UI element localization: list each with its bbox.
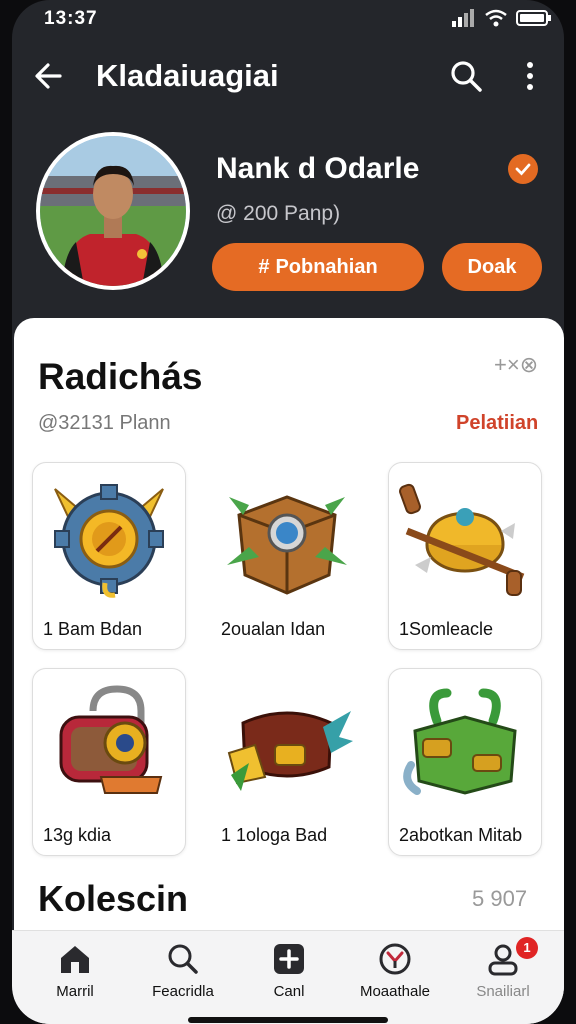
grid-item[interactable]: 2abotkan Mitab xyxy=(388,668,542,856)
nav-item-profile[interactable]: 1 Snailiarl xyxy=(448,937,558,1011)
nav-label: Marril xyxy=(56,983,94,1000)
grid-item-label: 2abotkan Mitab xyxy=(399,825,523,845)
wifi-icon xyxy=(485,9,507,27)
grid-item-label: 1 1ologa Bad xyxy=(221,825,328,845)
grid-item[interactable]: 1Somleacle xyxy=(388,462,542,650)
primary-action-label: Pobnahian xyxy=(275,255,378,278)
phone-screen: 13:37 Kladaiuagiai Nank d Odarle @ 200 P… xyxy=(12,0,564,1024)
nav-item-explore[interactable]: Moaathale xyxy=(340,941,450,1011)
grid-item[interactable]: 1 1ologa Bad xyxy=(210,668,364,856)
more-vert-icon[interactable] xyxy=(518,58,542,94)
grid-item[interactable]: 2oualan Idan xyxy=(210,462,364,650)
section-title: Radichás xyxy=(38,356,203,397)
signal-icon xyxy=(452,9,474,27)
notification-badge: 1 xyxy=(516,937,538,959)
primary-action-button[interactable]: # Pobnahian xyxy=(212,243,424,291)
grid-item-label: 1 Bam Bdan xyxy=(43,619,143,639)
avatar-photo xyxy=(40,136,186,286)
scroll-icon xyxy=(227,711,353,791)
collection-title: Kolescin xyxy=(38,878,189,919)
grid-item-label: 1Somleacle xyxy=(399,619,494,639)
green-box-icon xyxy=(403,688,517,795)
grid-item-label: 13g kdia xyxy=(43,825,112,845)
hash-icon: # xyxy=(258,255,270,278)
profile-header: Nank d Odarle @ 200 Panp) # Pobnahian Do… xyxy=(12,130,564,310)
nav-item-home[interactable]: Marril xyxy=(20,941,130,1011)
verified-badge-icon xyxy=(508,154,538,184)
nav-item-create[interactable]: Canl xyxy=(234,941,344,1011)
nav-label: Snailiarl xyxy=(476,983,530,1000)
back-arrow-icon[interactable] xyxy=(30,58,66,94)
gear-shield-icon xyxy=(54,484,164,598)
search-icon xyxy=(168,944,198,974)
search-icon[interactable] xyxy=(448,58,484,94)
secondary-action-button[interactable]: Doak xyxy=(442,243,542,291)
bottom-nav: Marril Feacridla Canl Moaathale 1 Snaili… xyxy=(12,930,564,1024)
collection-count: 5 907 xyxy=(472,886,528,911)
avatar[interactable] xyxy=(36,132,190,290)
grid-item[interactable]: 13g kdia xyxy=(32,668,186,856)
section-options-icon[interactable]: +×⊗ xyxy=(494,352,538,378)
nav-label: Feacridla xyxy=(152,983,214,1000)
home-indicator xyxy=(188,1017,388,1023)
nav-label: Canl xyxy=(273,983,305,1000)
chest-icon xyxy=(227,495,347,595)
profile-handle: @ 200 Panp) xyxy=(216,202,341,225)
nav-item-search[interactable]: Feacridla xyxy=(128,941,238,1011)
profile-name: Nank d Odarle xyxy=(216,152,420,185)
lock-icon xyxy=(59,685,163,794)
nav-label: Moaathale xyxy=(359,983,431,1000)
content-sheet: Radichás +×⊗ @32131 Plann Pelatiian 1 Ba… xyxy=(14,318,564,1024)
status-icons xyxy=(452,9,552,27)
battery-icon xyxy=(516,10,551,26)
section-subtitle: @32131 Plann xyxy=(38,412,171,434)
section-link[interactable]: Pelatiian xyxy=(456,412,538,435)
pot-icon xyxy=(399,483,525,596)
compass-icon xyxy=(379,943,411,975)
page-title: Kladaiuagiai xyxy=(96,58,279,93)
plus-square-icon xyxy=(274,944,304,974)
grid-item[interactable]: 1 Bam Bdan xyxy=(32,462,186,650)
status-time: 13:37 xyxy=(44,8,98,29)
home-icon xyxy=(61,946,89,973)
status-bar: 13:37 xyxy=(12,0,564,40)
grid-item-label: 2oualan Idan xyxy=(221,619,326,639)
app-bar: Kladaiuagiai xyxy=(12,44,564,108)
